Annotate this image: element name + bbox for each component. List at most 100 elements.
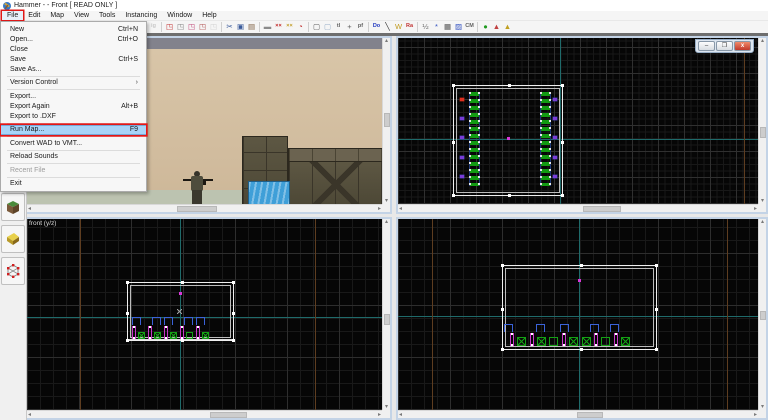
origin-dot[interactable] [507,137,510,140]
entity-dot[interactable] [553,136,557,139]
entity-dot[interactable] [553,98,557,101]
scrollbar-vertical[interactable]: ▴ ▾ [758,38,766,204]
menu-window[interactable]: Window [162,11,197,20]
redo-icon[interactable]: ig [148,22,159,33]
menu-edit[interactable]: Edit [23,11,45,20]
entity-dot[interactable] [460,175,464,178]
file-menu-new[interactable]: New Ctrl+N › [1,24,146,34]
entity-dot[interactable] [460,136,464,139]
line-tool-icon[interactable]: ╲ [382,22,393,33]
separator [475,22,480,32]
grid3d-toggle-icon[interactable]: ▨ [453,22,464,33]
texture-application-tool[interactable] [1,193,25,221]
scrollbar-vertical[interactable]: ▴ ▾ [382,219,390,410]
file-menu-export[interactable]: Export... › [1,91,146,101]
origin-dot[interactable] [578,279,581,282]
file-menu-save-as[interactable]: Save As... › [1,64,146,74]
file-menu-run-map[interactable]: Run Map... F9 › [1,124,146,135]
hammer-editor-window: Hammer - - Front [ READ ONLY ] File Edit M… [0,0,768,420]
carve-icon[interactable]: ◳ [164,22,175,33]
file-menu-export-dxf[interactable]: Export to .DXF › [1,111,146,121]
options-icon[interactable]: * [431,22,442,33]
entity-names-icon[interactable]: Do [371,22,382,33]
wireframe-icon[interactable]: W [393,22,404,33]
menu-file[interactable]: File [2,11,24,20]
displacement-tool[interactable] [1,225,25,253]
copy-icon[interactable]: ▣ [235,22,246,33]
group-icon[interactable]: ◳ [186,22,197,33]
separator [159,22,164,32]
hollow-icon[interactable]: ◳ [175,22,186,33]
scrollbar-horizontal[interactable]: ◂ ▸ [398,204,758,212]
viewport-label: front (y/z) [29,220,57,227]
ladder-column-right[interactable] [540,92,551,186]
fade-preview-icon[interactable]: ▲ [491,22,502,33]
file-menu-save[interactable]: Save Ctrl+S › [1,54,146,64]
file-menu-close[interactable]: Close › [1,44,146,54]
texture-lock-icon[interactable]: tl [333,22,344,33]
major-grid-line [744,38,745,204]
file-menu-export-again[interactable]: Export Again Alt+B › [1,101,146,111]
viewport-restore-button[interactable]: ❐ [716,41,733,51]
cut-icon[interactable]: ✂ [224,22,235,33]
ladder-column-left[interactable] [469,92,480,186]
entity-dot[interactable] [553,117,557,120]
file-menu-reload-sounds[interactable]: Reload Sounds › [1,152,146,162]
file-menu-version-control[interactable]: Version Control › [1,78,146,88]
radius-culling-icon[interactable]: ◔ [295,22,306,33]
vertex-manipulation-tool[interactable] [1,257,25,285]
translate-icon[interactable]: + [344,22,355,33]
file-menu-convert-wad[interactable]: Convert WAD to VMT... › [1,138,146,148]
menu-view[interactable]: View [69,11,94,20]
entity-dot[interactable] [553,156,557,159]
cm-icon[interactable]: CM [464,22,475,33]
blue-tarp-crate [248,181,290,204]
texture-cube-icon [7,201,19,214]
viewport-2d-side[interactable]: ◂ ▸ ▴ ▾ [396,217,768,420]
show-hidden-icon[interactable]: ×× [284,22,295,33]
hide-selected-icon[interactable]: ▬ [262,22,273,33]
entity-dot-selected[interactable] [460,98,464,101]
viewport-2d-top[interactable]: – ❐ x ◂ ▸ ▴ ▾ [396,36,768,214]
origin-dot[interactable] [179,292,182,295]
viewport-minimize-button[interactable]: – [698,41,715,51]
grid-toggle-icon[interactable]: ▦ [442,22,453,33]
paste-icon[interactable]: ▤ [246,22,257,33]
viewport-close-button[interactable]: x [734,41,751,51]
entity-dot[interactable] [553,175,557,178]
viewport-2d-front[interactable]: front (y/z) ◂ ▸ ▴ ▾ [27,217,392,420]
major-grid-line [80,219,81,410]
menu-help[interactable]: Help [197,11,221,20]
grid-2d [398,38,758,204]
no-fade-icon[interactable]: ▲ [502,22,513,33]
scrollbar-horizontal[interactable]: ◂ ▸ [27,410,382,418]
ignore-groups-icon[interactable]: ◳ [208,22,219,33]
menu-instancing[interactable]: Instancing [120,11,162,20]
magnify-box-icon[interactable]: ▢ [322,22,333,33]
scrollbar-vertical[interactable]: ▴ ▾ [382,38,390,204]
select-box-icon[interactable]: ▢ [311,22,322,33]
major-grid-line [315,219,316,410]
file-menu-open[interactable]: Open... Ctrl+O › [1,34,146,44]
scrollbar-vertical[interactable]: ▴ ▾ [758,219,766,410]
entity-dot[interactable] [460,156,464,159]
menu-tools[interactable]: Tools [94,11,120,20]
split-view-icon[interactable]: ½ [420,22,431,33]
hide-unselected-icon[interactable]: ×× [273,22,284,33]
entity-row[interactable] [504,324,630,346]
file-menu-exit[interactable]: Exit › [1,179,146,189]
player-model [183,171,213,204]
entity-dot[interactable] [460,117,464,120]
entity-row[interactable] [132,317,209,339]
yellow-block-icon [7,233,19,245]
menu-map[interactable]: Map [45,11,69,20]
wooden-crate-top [288,148,382,162]
file-menu-recent-file[interactable]: Recent File › [1,165,146,175]
scrollbar-horizontal[interactable]: ◂ ▸ [27,204,382,212]
scrollbar-horizontal[interactable]: ◂ ▸ [398,410,758,418]
helpers-icon[interactable]: Ra [404,22,415,33]
displacement-mask-icon[interactable]: pf [355,22,366,33]
separator [306,22,311,32]
model-render-icon[interactable]: ● [480,22,491,33]
ungroup-icon[interactable]: ◳ [197,22,208,33]
